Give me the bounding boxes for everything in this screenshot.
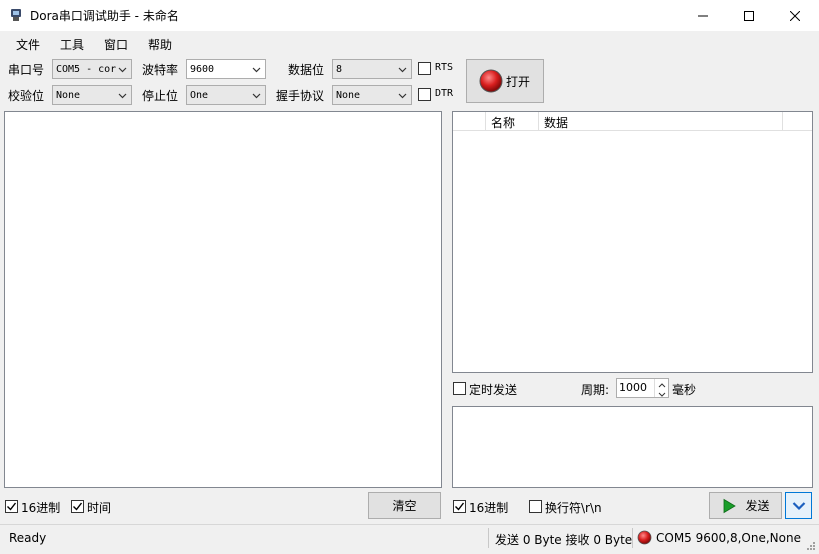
period-unit: 毫秒 [672,383,697,397]
baud-select[interactable]: 9600 [186,59,266,79]
parity-select[interactable]: None [52,85,132,105]
handshake-select[interactable]: None [332,85,412,105]
stepper-up[interactable] [654,379,668,388]
send-options-button[interactable] [785,492,812,519]
send-button-label: 发送 [745,499,770,513]
close-button[interactable] [772,0,818,31]
newline-label: 换行符\r\n [545,501,602,515]
checkmark-icon [455,502,465,511]
stopbits-value: One [190,89,209,101]
handshake-label: 握手协议 [276,89,325,103]
chevron-down-icon [792,501,805,510]
red-led-icon [479,69,503,93]
menu-tools[interactable]: 工具 [60,36,84,53]
table-header: 名称 数据 [453,112,812,131]
period-value: 1000 [619,381,647,394]
command-table[interactable]: 名称 数据 [452,111,813,373]
menu-help[interactable]: 帮助 [148,36,172,53]
maximize-button[interactable] [726,0,772,31]
parity-value: None [56,89,81,101]
status-divider [632,528,633,548]
column-divider [538,112,539,131]
status-connection: COM5 9600,8,One,None [656,531,801,545]
port-label: 串口号 [8,63,45,77]
menu-window[interactable]: 窗口 [104,36,128,53]
clear-button[interactable]: 清空 [368,492,441,519]
period-label: 周期: [581,383,610,397]
databits-value: 8 [336,63,343,75]
open-port-button[interactable]: 打开 [466,59,544,103]
connection-led-icon [637,530,652,545]
menu-file[interactable]: 文件 [16,36,40,53]
column-header-data[interactable]: 数据 [544,114,568,131]
column-header-name[interactable]: 名称 [491,114,515,131]
close-icon [790,10,800,21]
open-button-label: 打开 [506,74,531,89]
play-icon [724,498,737,513]
minimize-icon [698,15,708,16]
dtr-label: DTR [435,88,454,99]
databits-label: 数据位 [288,63,325,77]
period-stepper[interactable]: 1000 [616,378,669,398]
checkmark-icon [7,502,17,511]
baud-value: 9600 [190,63,215,75]
maximize-icon [744,10,754,21]
handshake-value: None [336,89,361,101]
column-divider [485,112,486,131]
rts-checkbox[interactable] [418,62,431,75]
send-button[interactable]: 发送 [709,492,782,519]
chevron-down-icon [398,93,407,99]
dtr-checkbox[interactable] [418,88,431,101]
minimize-button[interactable] [680,0,726,31]
databits-select[interactable]: 8 [332,59,412,79]
receive-time-label: 时间 [87,501,112,515]
timed-send-checkbox[interactable] [453,382,466,395]
chevron-down-icon [118,67,127,73]
receive-hex-checkbox[interactable] [5,500,18,513]
port-select[interactable]: COM5 - cor [52,59,132,79]
chevron-down-icon [252,93,261,99]
chevron-down-icon [398,67,407,73]
stopbits-label: 停止位 [142,89,179,103]
resize-grip-icon[interactable] [806,540,816,550]
send-hex-checkbox[interactable] [453,500,466,513]
status-ready: Ready [9,531,47,545]
receive-hex-label: 16进制 [21,501,61,515]
stepper-down[interactable] [654,388,668,397]
send-textarea[interactable] [452,406,813,488]
port-value: COM5 - cor [56,63,117,75]
column-divider [782,112,783,131]
baud-label: 波特率 [142,63,179,77]
chevron-down-icon [252,67,261,73]
stopbits-select[interactable]: One [186,85,266,105]
status-divider [488,528,489,548]
timed-send-label: 定时发送 [469,383,518,397]
window-title: Dora串口调试助手 - 未命名 [30,9,179,23]
status-counters: 发送 0 Byte 接收 0 Byte [495,533,633,547]
app-icon [9,8,23,22]
send-hex-label: 16进制 [469,501,509,515]
chevron-down-icon [118,93,127,99]
newline-checkbox[interactable] [529,500,542,513]
receive-textarea[interactable] [4,111,442,488]
receive-time-checkbox[interactable] [71,500,84,513]
parity-label: 校验位 [8,89,45,103]
rts-label: RTS [435,62,454,73]
checkmark-icon [73,502,83,511]
chevron-down-icon [658,392,666,397]
